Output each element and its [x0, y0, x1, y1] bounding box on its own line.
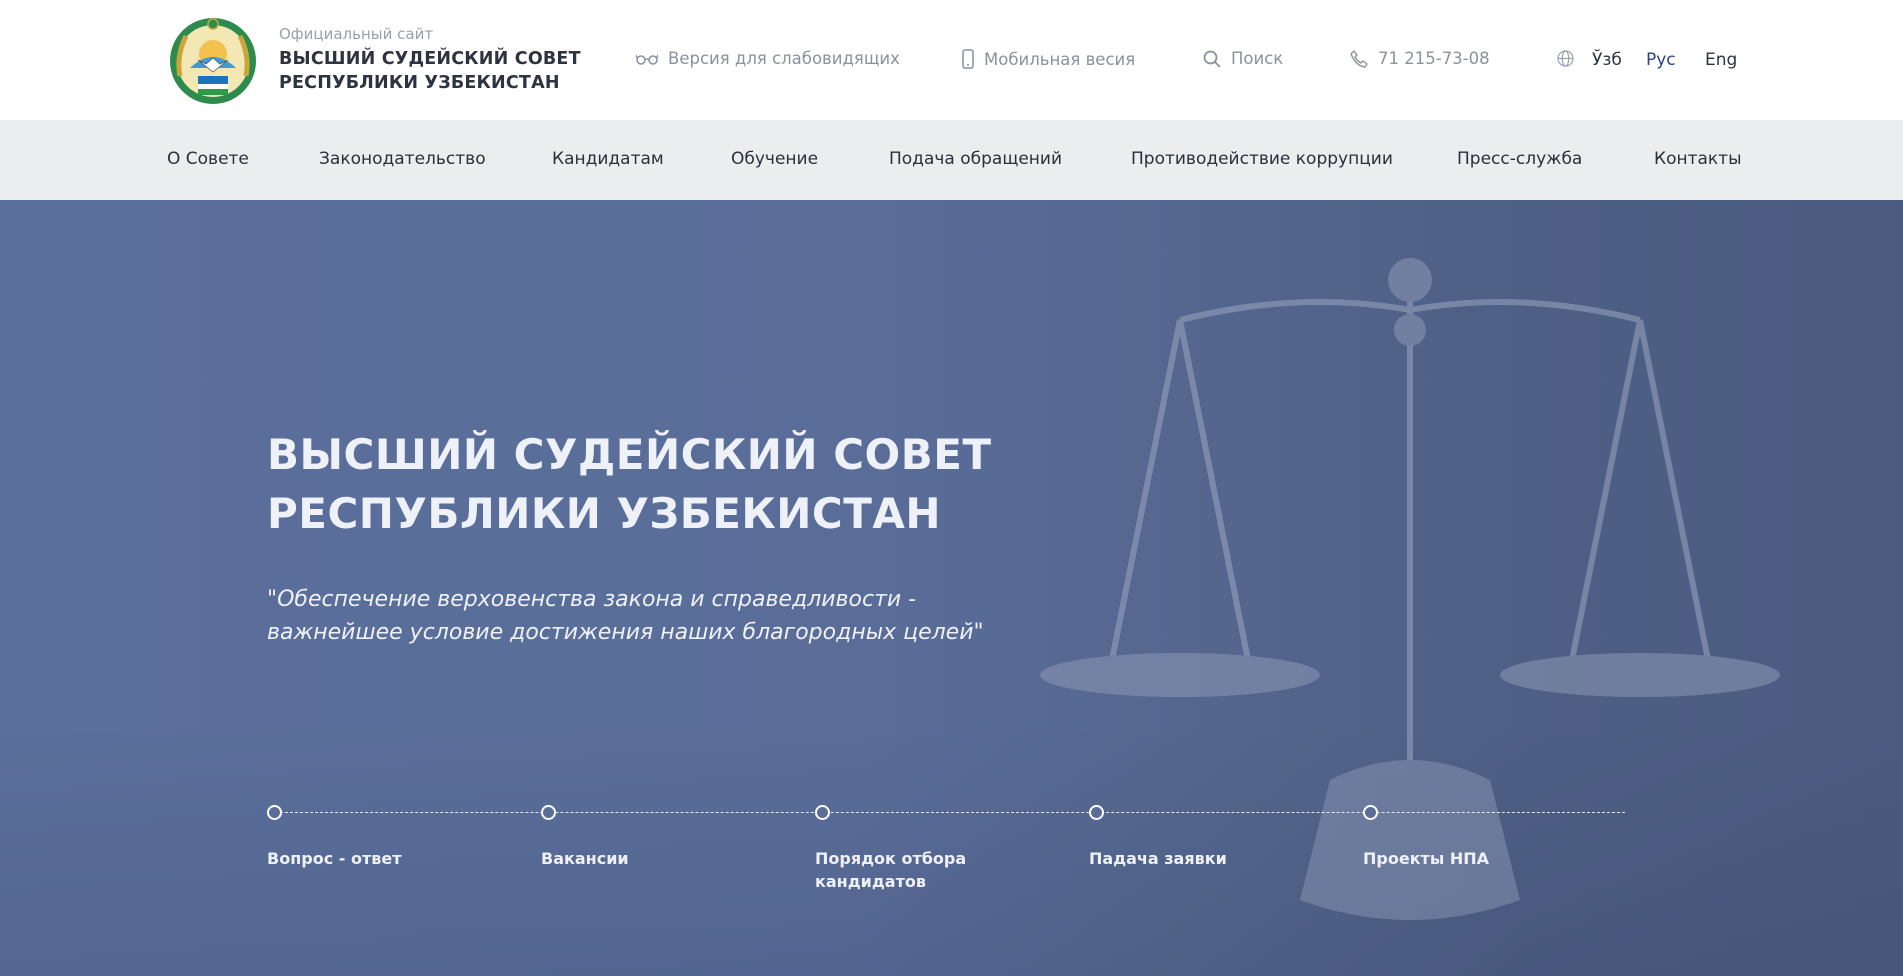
step-link-selection[interactable]: Порядок отбора кандидатов	[815, 847, 1035, 893]
phone-icon	[1350, 49, 1368, 68]
step-link-faq[interactable]: Вопрос - ответ	[267, 847, 487, 870]
hero-quote: "Обеспечение верховенства закона и справ…	[267, 583, 1047, 649]
mobile-phone-icon	[962, 49, 974, 69]
step-label-line: Вакансии	[541, 849, 629, 868]
low-vision-label: Версия для слабовидящих	[668, 49, 900, 68]
language-uzbek[interactable]: Ўзб	[1592, 50, 1622, 70]
nav-item-legislation[interactable]: Законодательство	[319, 149, 486, 169]
nav-item-press[interactable]: Пресс-служба	[1457, 149, 1582, 169]
hero-quote-line1: "Обеспечение верховенства закона и справ…	[267, 587, 917, 612]
search-link[interactable]: Поиск	[1203, 49, 1283, 68]
site-title-line1: ВЫСШИЙ СУДЕЙСКИЙ СОВЕТ	[279, 49, 581, 69]
phone-number: 71 215-73-08	[1378, 49, 1490, 68]
hero-title-line2: РЕСПУБЛИКИ УЗБЕКИСТАН	[267, 489, 942, 538]
glasses-icon	[636, 54, 658, 65]
globe-icon	[1557, 50, 1574, 67]
low-vision-version-link[interactable]: Версия для слабовидящих	[636, 49, 900, 68]
search-icon	[1203, 50, 1221, 68]
hero-title-line1: ВЫСШИЙ СУДЕЙСКИЙ СОВЕТ	[267, 430, 992, 479]
main-navigation: О Совете Законодательство Кандидатам Обу…	[0, 120, 1903, 200]
nav-item-about[interactable]: О Совете	[167, 149, 249, 169]
step-label-line: Вопрос - ответ	[267, 849, 402, 868]
hero-title: ВЫСШИЙ СУДЕЙСКИЙ СОВЕТ РЕСПУБЛИКИ УЗБЕКИ…	[267, 425, 992, 543]
nav-item-training[interactable]: Обучение	[731, 149, 818, 169]
mobile-version-link[interactable]: Мобильная весия	[962, 49, 1135, 69]
hero-banner: ВЫСШИЙ СУДЕЙСКИЙ СОВЕТ РЕСПУБЛИКИ УЗБЕКИ…	[0, 200, 1903, 976]
site-title[interactable]: ВЫСШИЙ СУДЕЙСКИЙ СОВЕТ РЕСПУБЛИКИ УЗБЕКИ…	[279, 47, 581, 95]
step-label-line: Падача заявки	[1089, 849, 1227, 868]
nav-item-contacts[interactable]: Контакты	[1654, 149, 1742, 169]
hero-quote-line2: важнейшее условие достижения наших благо…	[267, 620, 984, 645]
step-label-line: Проекты НПА	[1363, 849, 1490, 868]
step-link-draft-acts[interactable]: Проекты НПА	[1363, 847, 1583, 870]
step-link-vacancies[interactable]: Вакансии	[541, 847, 761, 870]
steps-dashed-line	[280, 812, 1625, 813]
step-link-application[interactable]: Падача заявки	[1089, 847, 1309, 870]
phone-link[interactable]: 71 215-73-08	[1350, 49, 1490, 68]
search-label: Поиск	[1231, 49, 1284, 68]
step-dot-selection[interactable]	[815, 805, 830, 820]
step-label-line: кандидатов	[815, 872, 926, 891]
nav-item-appeals[interactable]: Подача обращений	[889, 149, 1062, 169]
mobile-version-label: Мобильная весия	[984, 49, 1136, 69]
language-russian[interactable]: Рус	[1646, 50, 1676, 70]
step-dot-vacancies[interactable]	[541, 805, 556, 820]
site-header: Официальный сайт ВЫСШИЙ СУДЕЙСКИЙ СОВЕТ …	[0, 0, 1903, 120]
step-dot-draft-acts[interactable]	[1363, 805, 1378, 820]
step-dot-faq[interactable]	[267, 805, 282, 820]
nav-item-anti-corruption[interactable]: Противодействие коррупции	[1131, 149, 1393, 169]
site-title-line2: РЕСПУБЛИКИ УЗБЕКИСТАН	[279, 73, 560, 93]
state-emblem-icon[interactable]	[168, 16, 258, 106]
nav-item-candidates[interactable]: Кандидатам	[552, 149, 664, 169]
site-subtitle: Официальный сайт	[279, 25, 434, 43]
language-english[interactable]: Eng	[1705, 50, 1737, 70]
step-label-line: Порядок отбора	[815, 849, 967, 868]
step-dot-application[interactable]	[1089, 805, 1104, 820]
